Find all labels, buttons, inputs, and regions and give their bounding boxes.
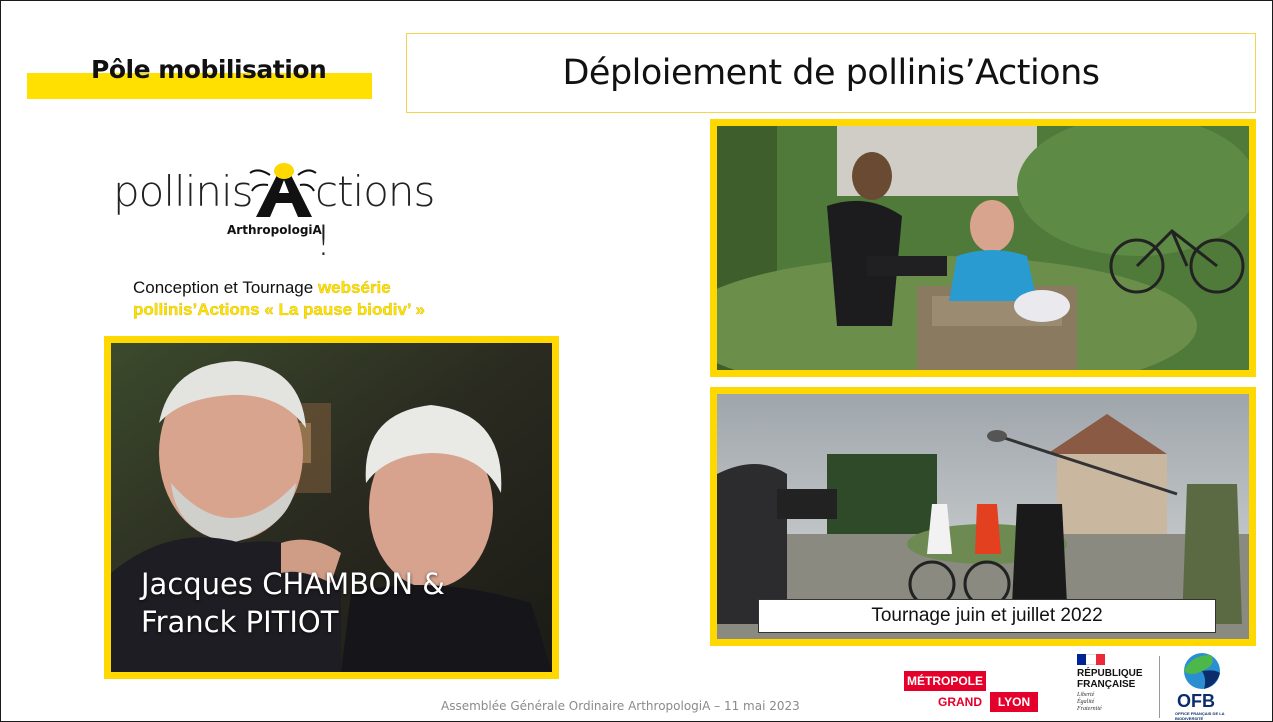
- metropole-grand-lyon-logo: MÉTROPOLE GRAND LYON: [904, 671, 1038, 715]
- rf-motto: Liberté Égalité Fraternité: [1077, 692, 1102, 713]
- slide-title: Déploiement de pollinis’Actions: [562, 53, 1100, 93]
- garden-photo-image: [717, 126, 1249, 370]
- photo-cyclists-filming: Tournage juin et juillet 2022: [710, 387, 1256, 646]
- logo-subtitle: ArthropologiA: [227, 223, 322, 237]
- lyon-label: LYON: [990, 692, 1038, 712]
- section-label: Pôle mobilisation: [91, 55, 327, 84]
- subtitle-highlight-1: websérie: [317, 278, 391, 297]
- rf-motto-2: Égalité: [1077, 699, 1095, 705]
- subtitle-text: Conception et Tournage: [133, 278, 318, 297]
- french-flag-icon: [1077, 654, 1105, 665]
- rf-motto-1: Liberté: [1077, 692, 1095, 698]
- subtitle: Conception et Tournage websérie pollinis…: [133, 277, 553, 321]
- republique-francaise-logo: RÉPUBLIQUE FRANÇAISE Liberté Égalité Fra…: [1063, 654, 1143, 720]
- rf-name: RÉPUBLIQUE FRANÇAISE: [1077, 668, 1143, 690]
- people-names: Jacques CHAMBON & Franck PITIOT: [141, 565, 445, 641]
- subtitle-highlight-2: pollinis’Actions « La pause biodiv’ »: [133, 300, 425, 319]
- slide: Pôle mobilisation Déploiement de pollini…: [0, 0, 1273, 722]
- logo-text-right: ctions !: [315, 167, 435, 265]
- pollinisactions-logo: pollinis ctions ! ArthropologiA: [113, 161, 453, 265]
- rf-name-line-1: RÉPUBLIQUE: [1077, 668, 1143, 679]
- ofb-globe-icon: [1184, 653, 1220, 689]
- grand-label: GRAND: [938, 695, 982, 709]
- ofb-text: OFB: [1177, 691, 1215, 711]
- metropole-label: MÉTROPOLE: [904, 671, 986, 691]
- rf-name-line-2: FRANÇAISE: [1077, 679, 1136, 690]
- people-names-line-1: Jacques CHAMBON &: [141, 567, 445, 601]
- insect-a-icon: [249, 163, 317, 217]
- rf-motto-3: Fraternité: [1077, 706, 1102, 712]
- title-box: Déploiement de pollinis’Actions: [406, 33, 1256, 113]
- footer-text: Assemblée Générale Ordinaire Arthropolog…: [441, 699, 800, 713]
- people-names-line-2: Franck PITIOT: [141, 605, 339, 639]
- photo-garden-filming: [710, 119, 1256, 377]
- logo-text-left: pollinis: [113, 167, 254, 216]
- logo-separator: [1159, 656, 1160, 718]
- ofb-logo: OFB OFFICE FRANÇAIS DE LA BIODIVERSITÉ: [1171, 651, 1233, 721]
- caption-box: Tournage juin et juillet 2022: [758, 599, 1216, 633]
- photo-portrait: Jacques CHAMBON & Franck PITIOT: [104, 336, 559, 679]
- ofb-subtitle: OFFICE FRANÇAIS DE LA BIODIVERSITÉ: [1175, 711, 1225, 721]
